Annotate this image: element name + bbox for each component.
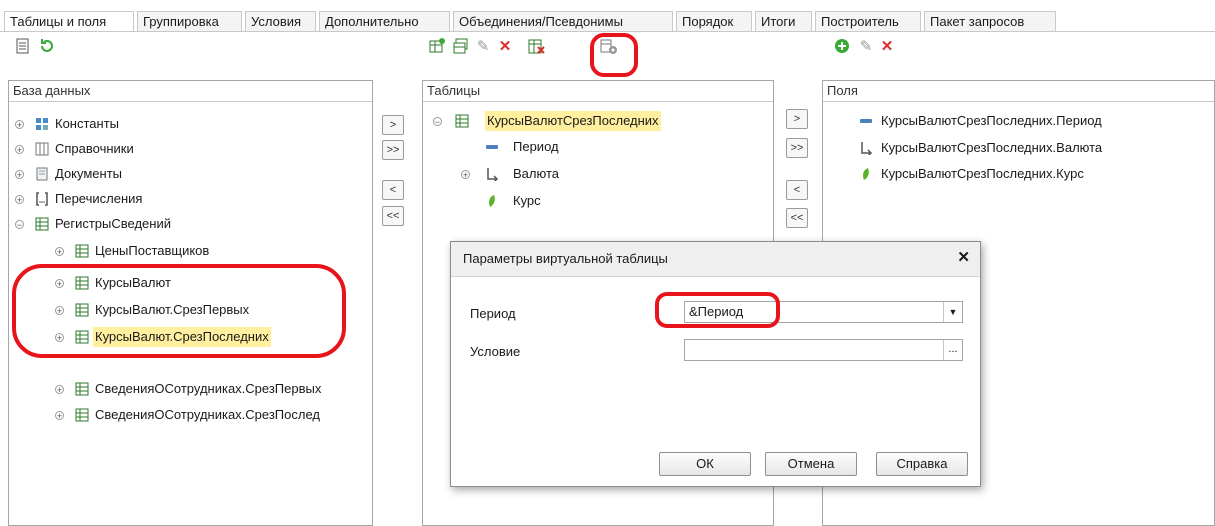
expand-icon[interactable]: + <box>55 358 64 367</box>
edit-field-icon[interactable]: ✎ <box>857 38 875 56</box>
table-icon <box>455 114 469 128</box>
delete-icon[interactable]: ✕ <box>496 38 514 56</box>
cancel-button[interactable]: Отмена <box>765 452 857 476</box>
enums-icon <box>36 192 48 206</box>
table-icon <box>75 244 89 258</box>
annotation-highlight-period-value <box>655 292 780 328</box>
tab-grouping[interactable]: Группировка <box>137 11 242 31</box>
fields-panel-header: Поля <box>823 81 1214 102</box>
resource-icon <box>863 168 869 180</box>
tab-unions-aliases[interactable]: Объединения/Псевдонимы <box>453 11 673 31</box>
add-table-icon[interactable] <box>428 38 446 56</box>
move-all-fields-left-button[interactable]: << <box>786 208 808 228</box>
add-field-icon[interactable] <box>833 38 851 56</box>
ok-button[interactable]: ОК <box>659 452 751 476</box>
tab-tables-fields[interactable]: Таблицы и поля <box>4 11 134 31</box>
tables-panel-header: Таблицы <box>423 81 773 102</box>
refresh-icon[interactable] <box>38 38 56 56</box>
dimension-icon <box>486 145 498 149</box>
expand-icon[interactable]: + <box>15 120 24 130</box>
expand-icon[interactable]: + <box>55 247 64 257</box>
table-icon <box>75 382 89 396</box>
database-panel-header: База данных <box>9 81 372 102</box>
expand-icon[interactable]: + <box>461 170 470 180</box>
ellipsis-button[interactable]: ... <box>943 340 962 360</box>
documents-icon <box>36 167 48 181</box>
period-label: Период <box>470 306 516 321</box>
move-field-right-button[interactable]: > <box>786 109 808 129</box>
dialog-title: Параметры виртуальной таблицы <box>463 251 668 266</box>
condition-label: Условие <box>470 344 521 359</box>
expand-icon[interactable]: + <box>55 411 64 421</box>
delete-field-icon[interactable]: ✕ <box>878 38 896 56</box>
collapse-icon[interactable]: − <box>15 220 24 230</box>
chevron-down-icon[interactable]: ▼ <box>943 302 962 322</box>
help-button[interactable]: Справка <box>876 452 968 476</box>
expand-icon[interactable]: + <box>15 195 24 205</box>
move-right-button[interactable]: > <box>382 115 404 135</box>
expand-icon[interactable]: + <box>15 170 24 180</box>
list-icon[interactable] <box>14 38 32 56</box>
tab-conditions[interactable]: Условия <box>245 11 316 31</box>
move-all-fields-right-button[interactable]: >> <box>786 138 808 158</box>
register-icon <box>35 217 49 231</box>
catalogs-icon <box>35 142 49 156</box>
resource-icon <box>489 195 495 207</box>
move-all-left-button[interactable]: << <box>382 206 404 226</box>
annotation-highlight-params-button <box>590 33 638 77</box>
close-icon[interactable]: ✕ <box>957 248 970 266</box>
tab-query-batch[interactable]: Пакет запросов <box>924 11 1056 31</box>
tab-additional[interactable]: Дополнительно <box>319 11 450 31</box>
move-all-right-button[interactable]: >> <box>382 140 404 160</box>
expand-icon[interactable]: + <box>15 145 24 155</box>
replace-table-icon[interactable] <box>528 38 546 56</box>
reference-icon <box>487 168 499 181</box>
tab-totals[interactable]: Итоги <box>755 11 812 31</box>
tab-order[interactable]: Порядок <box>676 11 752 31</box>
move-left-button[interactable]: < <box>382 180 404 200</box>
tab-bar: Таблицы и поля Группировка Условия Допол… <box>0 0 1215 34</box>
tab-builder[interactable]: Построитель <box>815 11 921 31</box>
expand-icon[interactable]: + <box>55 385 64 395</box>
tree-item-employee-info-last[interactable]: + СведенияОСотрудниках.СрезПослед <box>41 405 367 425</box>
constants-icon <box>36 118 48 130</box>
tab-underline <box>0 31 1215 32</box>
collapse-icon[interactable]: − <box>433 117 442 127</box>
dialog-title-bar: Параметры виртуальной таблицы ✕ <box>451 242 980 277</box>
dimension-icon <box>860 119 872 123</box>
edit-icon[interactable]: ✎ <box>474 38 492 56</box>
virtual-table-params-dialog: Параметры виртуальной таблицы ✕ Период &… <box>450 241 981 487</box>
condition-field[interactable]: ... <box>684 339 963 361</box>
annotation-highlight-currency-tables <box>12 264 346 358</box>
table-icon <box>75 408 89 422</box>
move-field-left-button[interactable]: < <box>786 180 808 200</box>
copy-table-icon[interactable] <box>452 38 470 56</box>
reference-icon <box>861 142 873 155</box>
